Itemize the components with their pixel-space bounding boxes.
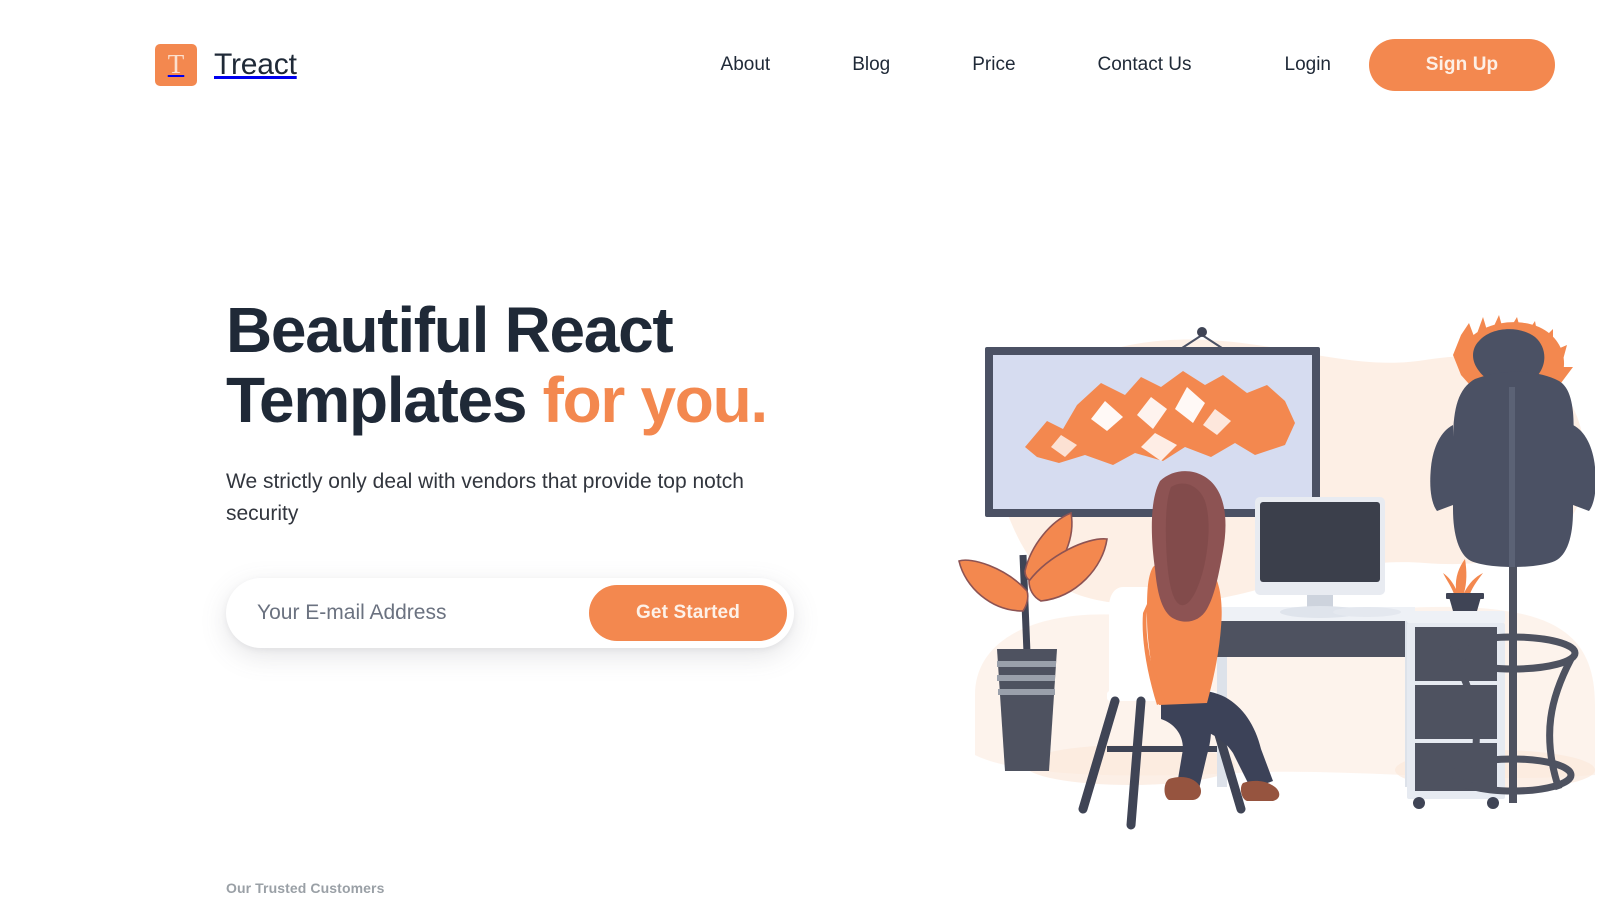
email-input[interactable] <box>226 577 589 648</box>
picture-nail-icon <box>1197 327 1207 337</box>
plant-pot <box>997 649 1057 771</box>
computer-monitor <box>1255 497 1385 618</box>
headline-accent: for you. <box>542 364 769 437</box>
headline-line-1: Beautiful React <box>226 294 674 366</box>
nav-item-blog[interactable]: Blog <box>850 48 892 82</box>
parka-sleeve-right <box>1573 425 1595 511</box>
workspace-illustration-svg <box>958 315 1595 830</box>
nav-item-contact-us[interactable]: Contact Us <box>1096 48 1194 82</box>
framed-picture <box>985 327 1320 517</box>
parka-zipper <box>1509 387 1515 567</box>
keyboard <box>1333 607 1401 617</box>
hero-section: Beautiful React Templates for you. We st… <box>0 130 1623 905</box>
nav-item-login[interactable]: Login <box>1283 48 1334 82</box>
cabinet-caster-left <box>1413 797 1425 809</box>
main-navigation: About Blog Price Contact Us Login Sign U… <box>680 39 1555 91</box>
trusted-customers-label: Our Trusted Customers <box>226 880 385 896</box>
winter-parka <box>1430 315 1595 567</box>
potted-cactus <box>1443 559 1484 611</box>
sign-up-button[interactable]: Sign Up <box>1369 39 1555 91</box>
brand-logo[interactable]: T Treact <box>155 44 297 86</box>
get-started-button[interactable]: Get Started <box>589 584 787 641</box>
shoe-right <box>1240 780 1280 801</box>
cabinet-caster-right <box>1487 797 1499 809</box>
nav-item-price[interactable]: Price <box>970 48 1017 82</box>
treact-logo-icon: T <box>155 44 197 86</box>
landing-page: T Treact About Blog Price Contact Us Log… <box>0 0 1623 905</box>
site-header: T Treact About Blog Price Contact Us Log… <box>0 0 1623 130</box>
page-title: Beautiful React Templates for you. <box>226 295 846 436</box>
hero-subtitle: We strictly only deal with vendors that … <box>226 469 744 526</box>
nav-item-about[interactable]: About <box>719 48 773 82</box>
hero-illustration <box>955 305 1595 865</box>
headline-line-2: Templates <box>226 364 543 437</box>
email-signup-form: Get Started <box>226 577 794 648</box>
trusted-customers: Our Trusted Customers FORTUNE The Weathe… <box>226 880 866 905</box>
hero-copy: Beautiful React Templates for you. We st… <box>226 295 846 648</box>
brand-name: Treact <box>214 48 297 81</box>
